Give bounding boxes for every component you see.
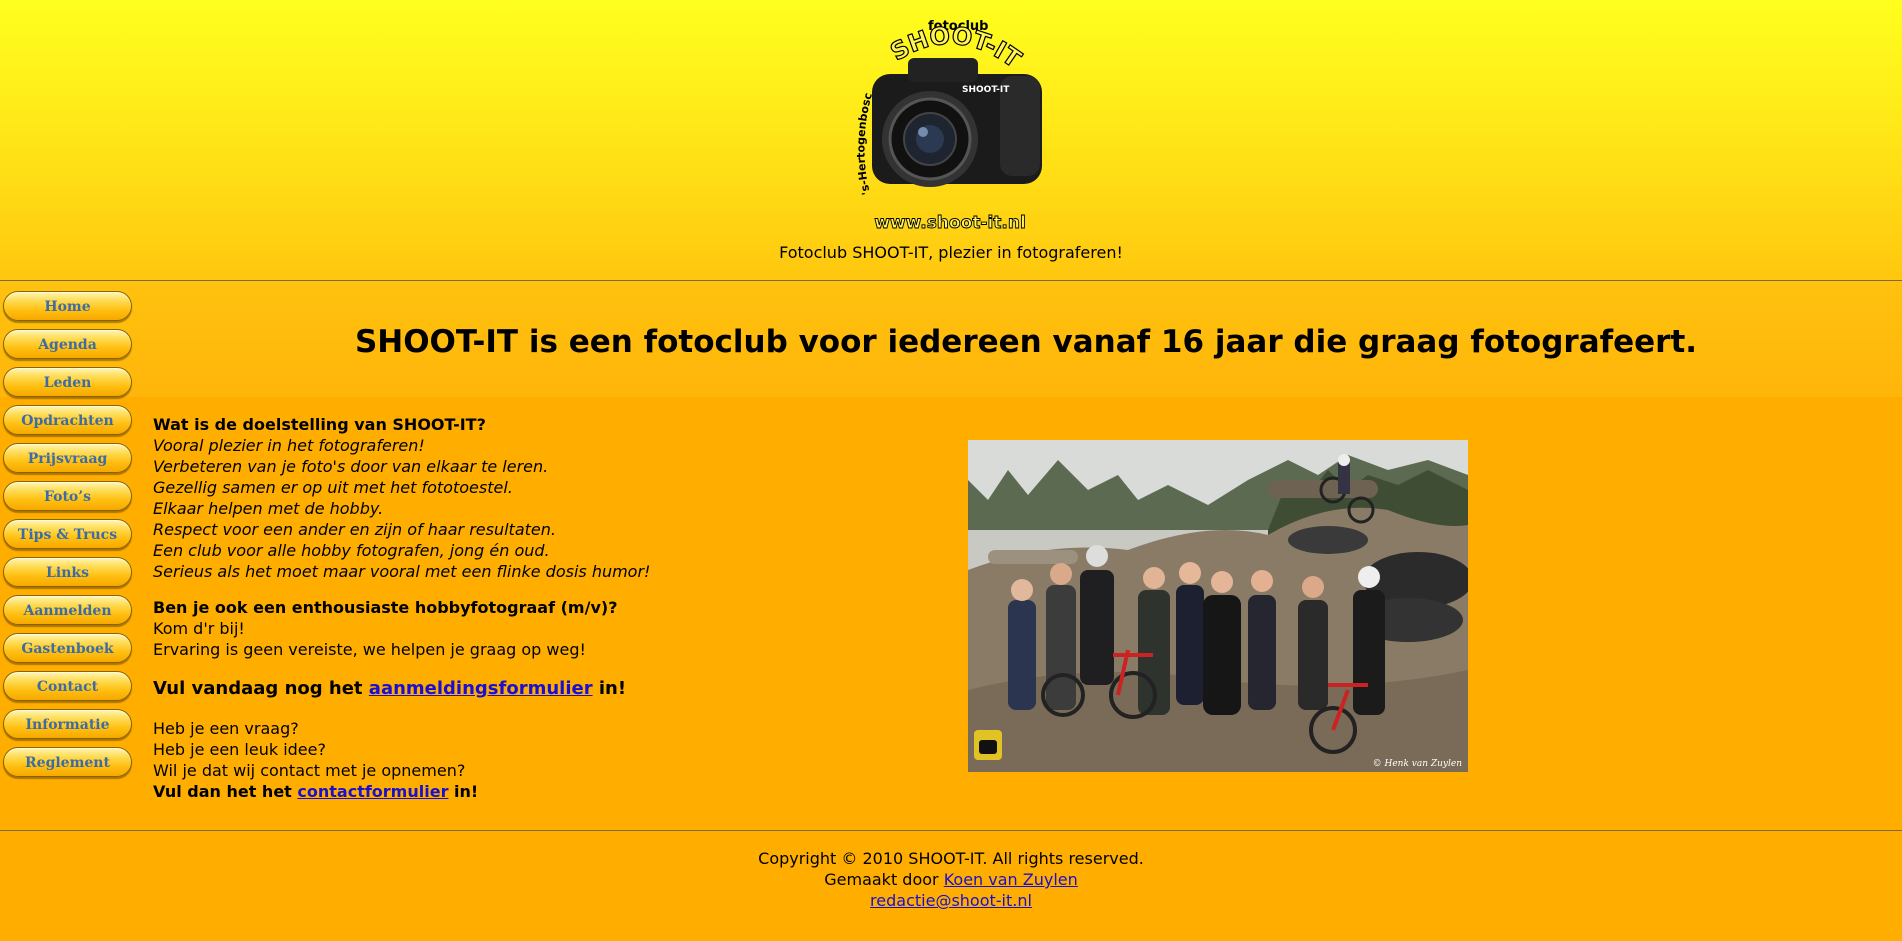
contact-prefix: Vul dan het het: [153, 782, 298, 801]
copyright-text: Copyright © 2010 SHOOT-IT. All rights re…: [758, 849, 1144, 868]
nav-item-reglement[interactable]: Reglement: [3, 747, 132, 777]
made-by-prefix: Gemaakt door: [824, 870, 944, 889]
signup-form-link[interactable]: aanmeldingsformulier: [369, 678, 593, 699]
goal-item: Gezellig samen er op uit met het fototoe…: [153, 478, 513, 497]
logo-side-text: 's-Hertogenbosch: [850, 14, 875, 196]
nav-item-agenda[interactable]: Agenda: [3, 329, 132, 359]
club-group-photo: © Henk van Zuylen: [968, 440, 1468, 772]
goals-heading: Wat is de doelstelling van SHOOT-IT?: [153, 415, 486, 434]
enthusiast-line: Kom d'r bij!: [153, 619, 245, 638]
club-logo[interactable]: fotoclub SHOOT-IT 's-Hertogenbosch SHOOT…: [850, 14, 1050, 236]
nav-item-prijsvraag[interactable]: Prijsvraag: [3, 443, 132, 473]
nav-item-opdrachten[interactable]: Opdrachten: [3, 405, 132, 435]
sidebar-nav: Home Agenda Leden Opdrachten Prijsvraag …: [3, 291, 133, 785]
contact-line: Vul dan het het contactformulier in!: [153, 781, 953, 802]
goal-item: Een club voor alle hobby fotografen, jon…: [153, 541, 550, 560]
contact-form-link[interactable]: contactformulier: [297, 782, 448, 801]
contact-suffix: in!: [448, 782, 479, 801]
goal-item: Elkaar helpen met de hobby.: [153, 499, 384, 518]
nav-item-gastenboek[interactable]: Gastenboek: [3, 633, 132, 663]
question-line: Wil je dat wij contact met je opnemen?: [153, 761, 466, 780]
signup-line: Vul vandaag nog het aanmeldingsformulier…: [153, 678, 953, 699]
made-by-line: Gemaakt door Koen van Zuylen: [0, 869, 1902, 890]
email-link[interactable]: redactie@shoot-it.nl: [870, 891, 1032, 910]
site-header: fotoclub SHOOT-IT 's-Hertogenbosch SHOOT…: [0, 0, 1902, 281]
nav-item-informatie[interactable]: Informatie: [3, 709, 132, 739]
logo-url-text: www.shoot-it.nl: [874, 213, 1026, 233]
main-content: Wat is de doelstelling van SHOOT-IT? Voo…: [153, 414, 953, 802]
signup-suffix: in!: [592, 678, 627, 699]
nav-item-fotos[interactable]: Foto’s: [3, 481, 132, 511]
author-link[interactable]: Koen van Zuylen: [944, 870, 1078, 889]
goal-item: Serieus als het moet maar vooral met een…: [153, 562, 651, 581]
photo-credit: © Henk van Zuylen: [1373, 759, 1463, 769]
camera-icon: SHOOT-IT: [872, 58, 1042, 187]
goal-item: Vooral plezier in het fotograferen!: [153, 436, 425, 455]
nav-item-contact[interactable]: Contact: [3, 671, 132, 701]
enthusiast-line: Ervaring is geen vereiste, we helpen je …: [153, 640, 586, 659]
nav-item-leden[interactable]: Leden: [3, 367, 132, 397]
nav-item-tips-trucs[interactable]: Tips & Trucs: [3, 519, 132, 549]
nav-item-home[interactable]: Home: [3, 291, 132, 321]
footer-divider: [0, 830, 1902, 831]
nav-item-links[interactable]: Links: [3, 557, 132, 587]
question-line: Heb je een vraag?: [153, 719, 299, 738]
signup-prefix: Vul vandaag nog het: [153, 678, 369, 699]
goal-item: Respect voor een ander en zijn of haar r…: [153, 520, 556, 539]
page-headline: SHOOT-IT is een fotoclub voor iedereen v…: [354, 324, 1698, 360]
site-footer: Copyright © 2010 SHOOT-IT. All rights re…: [0, 848, 1902, 911]
goal-item: Verbeteren van je foto's door van elkaar…: [153, 457, 549, 476]
question-line: Heb je een leuk idee?: [153, 740, 326, 759]
enthusiast-heading: Ben je ook een enthousiaste hobbyfotogra…: [153, 598, 618, 617]
tagline: Fotoclub SHOOT-IT, plezier in fotografer…: [779, 243, 1123, 262]
nav-item-aanmelden[interactable]: Aanmelden: [3, 595, 132, 625]
svg-text:SHOOT-IT: SHOOT-IT: [962, 85, 1010, 95]
